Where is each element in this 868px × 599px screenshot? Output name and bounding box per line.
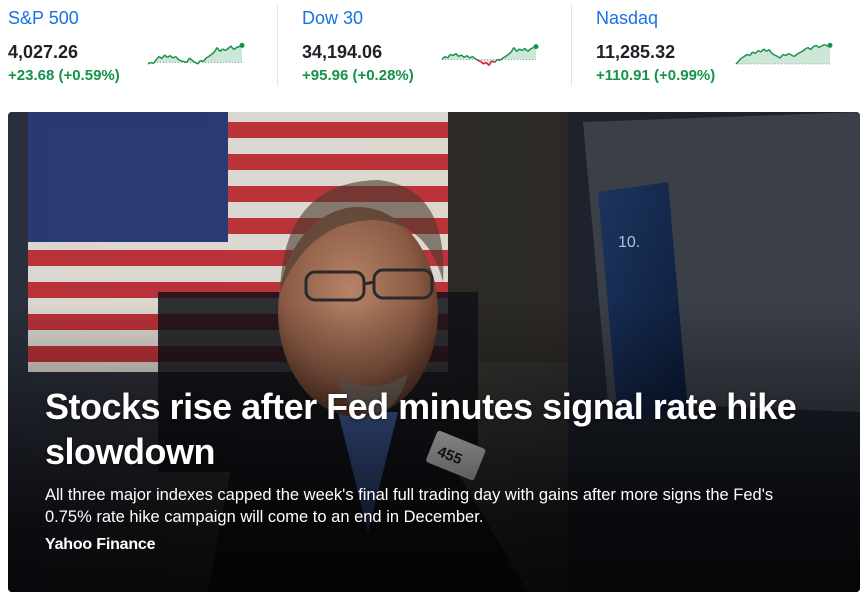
ticker-price: 34,194.06 xyxy=(302,42,383,62)
hero-story-card[interactable]: 455 10. Stocks rise after Fed minutes si… xyxy=(8,112,860,592)
ticker-nasdaq[interactable]: Nasdaq 11,285.32 +110.91 (+0.99%) xyxy=(588,0,864,100)
sparkline-endpoint xyxy=(827,42,833,48)
ticker-price: 4,027.26 xyxy=(8,42,79,62)
ticker-name[interactable]: Dow 30 xyxy=(302,8,363,29)
sparkline-area xyxy=(442,46,536,66)
ticker-dow30[interactable]: Dow 30 34,194.06 +95.96 (+0.28%) xyxy=(294,0,570,100)
sparkline-chart xyxy=(441,44,539,67)
sparkline-endpoint xyxy=(533,44,539,50)
hero-summary: All three major indexes capped the week'… xyxy=(45,486,774,526)
sparkline-segment xyxy=(181,60,185,63)
ticker-change: +95.96 (+0.28%) xyxy=(302,67,414,84)
sparkline-chart xyxy=(735,42,833,65)
sparkline-chart xyxy=(147,42,245,65)
hero-headline[interactable]: Stocks rise after Fed minutes signal rat… xyxy=(45,384,805,474)
sparkline-segment xyxy=(499,57,504,61)
divider xyxy=(571,4,572,86)
sparkline-segment xyxy=(236,45,240,49)
ticker-sp500[interactable]: S&P 500 4,027.26 +23.68 (+0.59%) xyxy=(0,0,276,100)
sparkline-segment xyxy=(497,58,501,62)
sparkline-endpoint xyxy=(239,42,245,48)
divider xyxy=(277,4,278,86)
sparkline-segment xyxy=(474,57,479,62)
market-summary-strip: S&P 500 4,027.26 +23.68 (+0.59%) Dow 30 … xyxy=(0,0,868,100)
ticker-name[interactable]: Nasdaq xyxy=(596,8,658,29)
ticker-name[interactable]: S&P 500 xyxy=(8,8,79,29)
hero-source: Yahoo Finance xyxy=(45,536,156,553)
ticker-price: 11,285.32 xyxy=(596,42,676,62)
ticker-change: +110.91 (+0.99%) xyxy=(596,67,716,84)
ticker-change: +23.68 (+0.59%) xyxy=(8,67,120,84)
svg-text:10.: 10. xyxy=(618,234,640,251)
